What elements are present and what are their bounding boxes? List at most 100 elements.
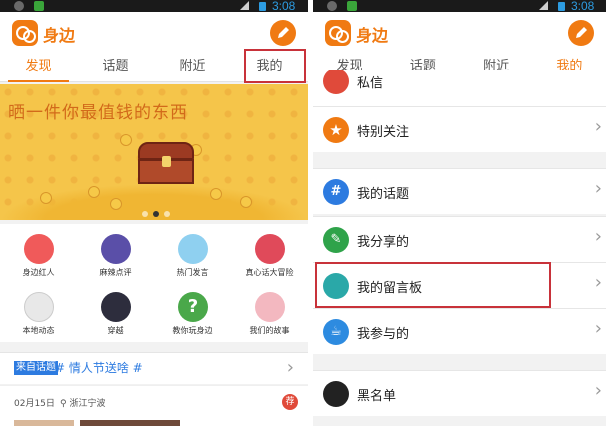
menu-item-my-topics[interactable]: # 我的话题 › <box>313 168 606 214</box>
menu-item-message-board[interactable]: 我的留言板 › <box>313 262 606 308</box>
recommended-badge: 荐 <box>282 394 298 410</box>
grid-item-local-stars[interactable]: 身边红人 <box>0 228 77 286</box>
signal-icon <box>539 1 548 10</box>
coin-icon <box>88 186 100 198</box>
coin-icon <box>120 134 132 146</box>
question-icon: ? <box>178 292 208 322</box>
notification-icon <box>14 1 24 11</box>
grid-label: 真心话大冒险 <box>245 268 294 277</box>
grid-item-tutorial[interactable]: ? 教你玩身边 <box>154 286 231 344</box>
grid-label: 麻辣点评 <box>99 268 132 277</box>
grid-label: 热门发言 <box>176 268 209 277</box>
grid-item-truth-or-dare[interactable]: 真心话大冒险 <box>231 228 308 286</box>
menu-item-label: 我参与的 <box>357 327 410 342</box>
pencil-icon <box>576 27 587 38</box>
chevron-right-icon: › <box>594 116 602 137</box>
tab-topics[interactable]: 话题 <box>77 54 154 81</box>
page-indicator <box>142 211 170 217</box>
menu-item-my-shares[interactable]: ✎ 我分享的 › <box>313 216 606 262</box>
download-icon <box>347 1 357 11</box>
tab-discover[interactable]: 发现 <box>0 54 77 82</box>
pencil-icon <box>278 27 289 38</box>
girl-avatar-icon <box>24 234 54 264</box>
post-item[interactable]: 02月15日 ⚲ 浙江宁波 荐 <box>0 385 308 426</box>
battery-icon <box>259 2 266 11</box>
post-location-text: 浙江宁波 <box>69 399 106 409</box>
app-bar: 身边 <box>0 12 308 54</box>
app-logo-icon <box>325 20 351 46</box>
grid-label: 身边红人 <box>22 268 55 277</box>
tab-mine[interactable]: 我的 <box>231 54 308 81</box>
signal-icon <box>240 1 249 10</box>
menu-item-blacklist[interactable]: 黑名单 › <box>313 370 606 416</box>
app-logo-icon <box>12 20 38 46</box>
chevron-right-icon: › <box>594 318 602 339</box>
coffee-cup-icon: ☕ <box>323 319 349 345</box>
share-icon: ✎ <box>323 227 349 253</box>
right-screen: 3:08 身边 发现 话题 附近 我的 私信 ★ 特别关注 › # 我的话题 ›… <box>313 0 606 426</box>
chevron-right-icon: › <box>594 226 602 247</box>
tab-nearby[interactable]: 附近 <box>154 54 231 81</box>
chevron-right-icon: › <box>594 178 602 199</box>
coin-icon <box>40 192 52 204</box>
menu-item-label: 特别关注 <box>357 125 410 140</box>
post-image <box>80 420 180 426</box>
menu-item-label: 我的话题 <box>357 187 410 202</box>
grid-item-time-travel[interactable]: 穿越 <box>77 286 154 344</box>
coin-icon <box>210 188 222 200</box>
app-title: 身边 <box>356 26 389 45</box>
location-pin-icon: ⚲ <box>60 399 67 409</box>
post-date: 02月15日 <box>14 399 55 409</box>
app-bar: 身边 <box>313 12 606 54</box>
promo-banner[interactable]: 晒一件你最值钱的东西 <box>0 84 308 220</box>
notification-icon <box>327 1 337 11</box>
grid-item-local-news[interactable]: 本地动态 <box>0 286 77 344</box>
menu-item-label: 我的留言板 <box>357 281 423 296</box>
block-user-icon <box>323 381 349 407</box>
coin-icon <box>110 198 122 210</box>
chili-pepper-icon <box>101 234 131 264</box>
topic-title: # 情人节送啥 # <box>55 361 143 375</box>
banner-title: 晒一件你最值钱的东西 <box>8 103 188 123</box>
grid-label: 教你玩身边 <box>172 326 213 335</box>
page-dot-active <box>153 211 159 217</box>
download-icon <box>34 1 44 11</box>
compose-button[interactable] <box>270 20 296 46</box>
menu-item-private-message[interactable]: 私信 <box>313 70 606 106</box>
tab-bar: 发现 话题 附近 我的 <box>0 54 308 82</box>
chevron-right-icon: › <box>286 357 294 378</box>
grid-label: 我们的故事 <box>249 326 290 335</box>
message-icon <box>323 70 349 94</box>
battery-icon <box>558 2 565 11</box>
grid-item-our-stories[interactable]: 我们的故事 <box>231 286 308 344</box>
compose-button[interactable] <box>568 20 594 46</box>
grid-label: 穿越 <box>107 326 124 335</box>
grid-label: 本地动态 <box>22 326 55 335</box>
menu-item-special-follow[interactable]: ★ 特别关注 › <box>313 106 606 152</box>
chevron-right-icon: › <box>594 380 602 401</box>
status-bar: 3:08 <box>0 0 308 13</box>
menu-item-participated[interactable]: ☕ 我参与的 › <box>313 308 606 354</box>
topic-source-tag: 来自话题 <box>14 361 58 375</box>
post-location: ⚲ 浙江宁波 <box>60 396 105 409</box>
coin-icon <box>240 196 252 208</box>
left-screen: 3:08 身边 发现 话题 附近 我的 晒一件你最值钱的东西 身边红人 麻辣点评… <box>0 0 308 426</box>
star-icon: ★ <box>323 117 349 143</box>
post-image <box>14 420 74 426</box>
topic-row[interactable]: 来自话题 # 情人节送啥 # › <box>0 352 308 384</box>
heart-icon <box>255 234 285 264</box>
feature-grid: 身边红人 麻辣点评 热门发言 真心话大冒险 本地动态 穿越 ? 教你玩身边 我们 <box>0 224 308 342</box>
page-dot <box>142 211 148 217</box>
app-title: 身边 <box>43 26 76 45</box>
hashtag-icon: # <box>323 179 349 205</box>
rocket-icon <box>101 292 131 322</box>
flame-icon <box>178 234 208 264</box>
grid-item-hot-posts[interactable]: 热门发言 <box>154 228 231 286</box>
message-board-icon <box>323 273 349 299</box>
map-pin-icon <box>24 292 54 322</box>
balloon-pin-icon <box>255 292 285 322</box>
menu-item-label: 我分享的 <box>357 235 410 250</box>
grid-item-spicy-review[interactable]: 麻辣点评 <box>77 228 154 286</box>
page-dot <box>164 211 170 217</box>
chevron-right-icon: › <box>594 272 602 293</box>
